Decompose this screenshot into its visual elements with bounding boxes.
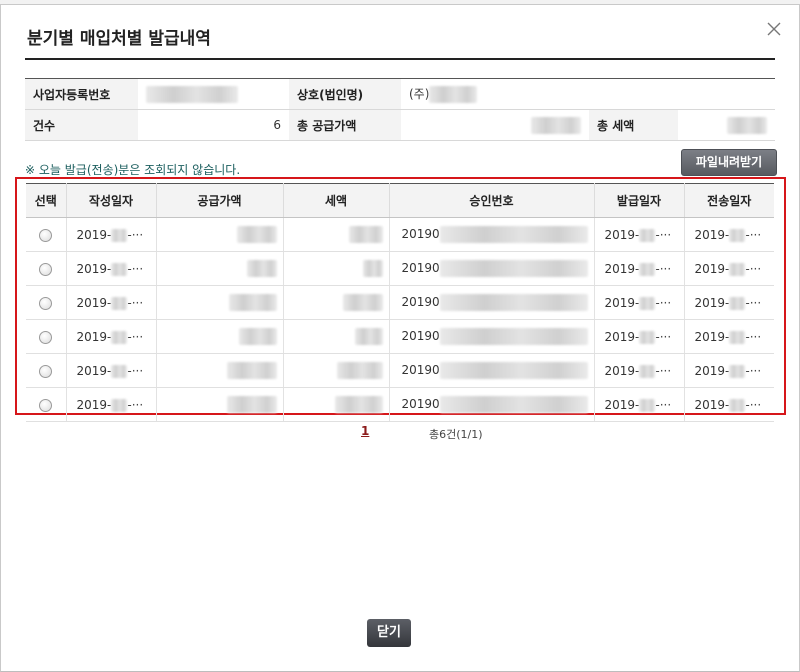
redacted-value (531, 116, 581, 134)
approval-no-cell: 20190 (388, 217, 594, 252)
table-row[interactable]: 2019- -··· 20190 2019- -··· 2019- -··· (26, 319, 774, 354)
col-header-tax: 세액 (282, 183, 389, 218)
row-radio[interactable] (39, 398, 53, 412)
row-radio[interactable] (39, 228, 53, 242)
biz-reg-value (138, 78, 289, 110)
col-header-supply-amount: 공급가액 (155, 183, 283, 218)
issue-date-cell: 2019- -··· (593, 285, 684, 320)
row-radio[interactable] (39, 262, 53, 276)
supply-amount-cell (155, 285, 283, 320)
supply-amount-cell (155, 217, 283, 252)
tax-cell (282, 251, 389, 286)
table-row[interactable]: 2019- -··· 20190 2019- -··· 2019- -··· (26, 285, 774, 320)
redacted-value (429, 86, 478, 103)
tax-cell (282, 353, 389, 388)
issue-date-cell: 2019- -··· (593, 353, 684, 388)
row-radio[interactable] (39, 296, 53, 310)
col-header-write-date: 작성일자 (65, 183, 156, 218)
title-divider (25, 58, 775, 60)
company-label: 상호(법인명) (289, 78, 401, 110)
tax-cell (282, 319, 389, 354)
table-row[interactable]: 2019- -··· 20190 2019- -··· 2019- -··· (26, 353, 774, 388)
row-radio[interactable] (39, 364, 53, 378)
table-row[interactable]: 2019- -··· 20190 2019- -··· 2019- -··· (26, 217, 774, 252)
approval-no-cell: 20190 (388, 251, 594, 286)
send-date-cell: 2019- -··· (683, 319, 774, 354)
supply-amount-cell (155, 251, 283, 286)
issue-date-cell: 2019- -··· (593, 387, 684, 422)
table-row[interactable]: 2019- -··· 20190 2019- -··· 2019- -··· (26, 387, 774, 422)
tax-cell (282, 217, 389, 252)
count-label: 건수 (25, 109, 138, 141)
send-date-cell: 2019- -··· (683, 217, 774, 252)
supply-amount-cell (155, 353, 283, 388)
summary-table: 사업자등록번호 상호(법인명) (주) 건수 6 총 공급가액 총 세액 (25, 78, 775, 141)
send-date-cell: 2019- -··· (683, 387, 774, 422)
write-date-cell: 2019- -··· (65, 285, 156, 320)
issue-date-cell: 2019- -··· (593, 217, 684, 252)
issue-date-cell: 2019- -··· (593, 251, 684, 286)
row-radio[interactable] (39, 330, 53, 344)
issuance-table: 선택 작성일자 공급가액 세액 승인번호 발급일자 전송일자 2019- -···… (26, 183, 774, 422)
send-date-cell: 2019- -··· (683, 285, 774, 320)
approval-no-cell: 20190 (388, 387, 594, 422)
supply-amount-cell (155, 387, 283, 422)
supply-total-value (401, 109, 589, 141)
close-icon[interactable] (763, 18, 785, 40)
col-header-issue-date: 발급일자 (593, 183, 684, 218)
issue-date-cell: 2019- -··· (593, 319, 684, 354)
redacted-value (727, 116, 767, 134)
dialog-title: 분기별 매입처별 발급내역 (27, 29, 211, 49)
redacted-value (146, 85, 238, 103)
write-date-cell: 2019- -··· (65, 387, 156, 422)
tax-total-label: 총 세액 (589, 109, 678, 141)
supply-total-label: 총 공급가액 (289, 109, 401, 141)
write-date-cell: 2019- -··· (65, 217, 156, 252)
table-header-row: 선택 작성일자 공급가액 세액 승인번호 발급일자 전송일자 (26, 183, 774, 218)
write-date-cell: 2019- -··· (65, 251, 156, 286)
write-date-cell: 2019- -··· (65, 319, 156, 354)
total-count-text: 총6건(1/1) (429, 428, 483, 441)
col-header-select: 선택 (26, 183, 66, 218)
write-date-cell: 2019- -··· (65, 353, 156, 388)
close-button[interactable]: 닫기 (367, 619, 411, 647)
table-row[interactable]: 2019- -··· 20190 2019- -··· 2019- -··· (26, 251, 774, 286)
col-header-approval-no: 승인번호 (388, 183, 594, 218)
count-value: 6 (138, 109, 289, 141)
tax-total-value (678, 109, 775, 141)
col-header-send-date: 전송일자 (683, 183, 774, 218)
approval-no-cell: 20190 (388, 319, 594, 354)
company-value: (주) (401, 78, 589, 110)
notice-text: ※ 오늘 발급(전송)분은 조회되지 않습니다. (25, 163, 241, 177)
biz-reg-label: 사업자등록번호 (25, 78, 138, 110)
approval-no-cell: 20190 (388, 285, 594, 320)
send-date-cell: 2019- -··· (683, 251, 774, 286)
approval-no-cell: 20190 (388, 353, 594, 388)
tax-cell (282, 285, 389, 320)
page-link-1[interactable]: 1 (361, 424, 369, 438)
supply-amount-cell (155, 319, 283, 354)
download-file-button[interactable]: 파일내려받기 (681, 149, 777, 176)
tax-cell (282, 387, 389, 422)
send-date-cell: 2019- -··· (683, 353, 774, 388)
